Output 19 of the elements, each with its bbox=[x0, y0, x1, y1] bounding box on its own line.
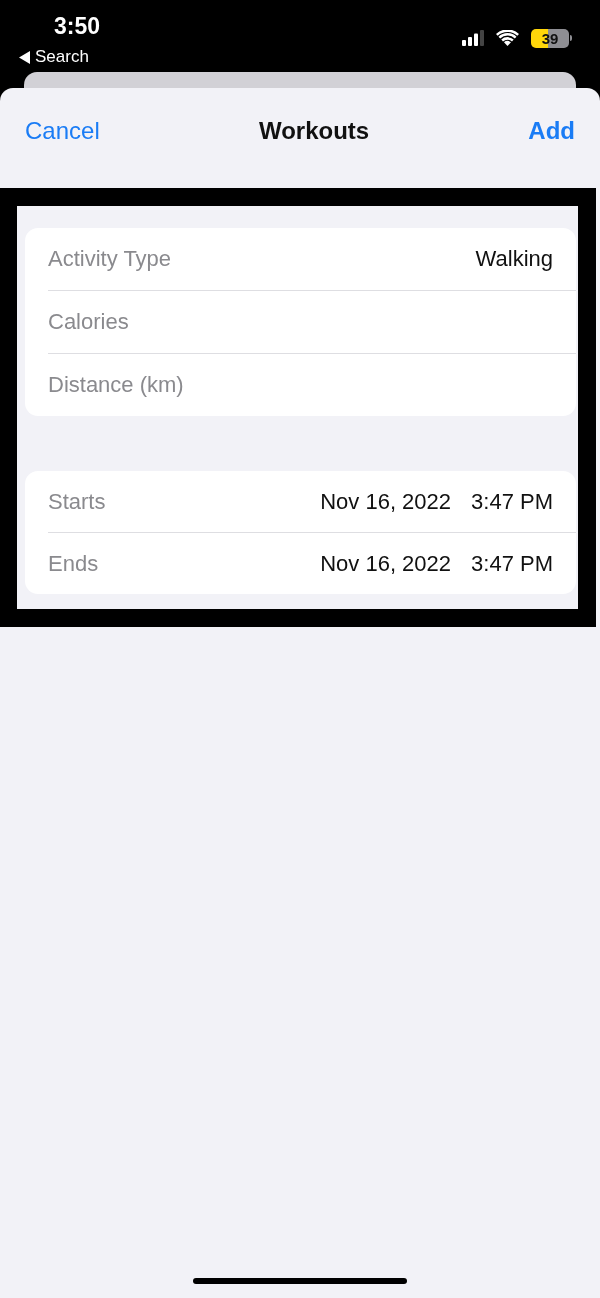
cancel-button[interactable]: Cancel bbox=[25, 116, 100, 146]
add-button[interactable]: Add bbox=[528, 116, 575, 146]
time-value[interactable]: 3:47 PM bbox=[471, 487, 553, 516]
status-time: 3:50 bbox=[54, 12, 101, 40]
input-field[interactable]: Calories bbox=[48, 308, 553, 336]
field-label: Ends bbox=[48, 549, 99, 578]
back-button[interactable]: Search bbox=[19, 47, 89, 67]
signal-icon bbox=[462, 30, 484, 46]
time-value[interactable]: 3:47 PM bbox=[471, 549, 553, 578]
field-label: Activity Type bbox=[48, 245, 172, 273]
input-field[interactable]: Distance (km) bbox=[48, 371, 553, 399]
activity-type-value[interactable]: Walking bbox=[475, 245, 553, 273]
sheet-title: Workouts bbox=[258, 116, 370, 146]
home-indicator[interactable] bbox=[193, 1278, 407, 1284]
back-triangle-icon bbox=[19, 50, 30, 64]
date-value[interactable]: Nov 16, 2022 bbox=[320, 549, 452, 578]
date-value[interactable]: Nov 16, 2022 bbox=[320, 487, 452, 516]
field-label: Starts bbox=[48, 487, 106, 516]
wifi-icon bbox=[496, 30, 519, 46]
